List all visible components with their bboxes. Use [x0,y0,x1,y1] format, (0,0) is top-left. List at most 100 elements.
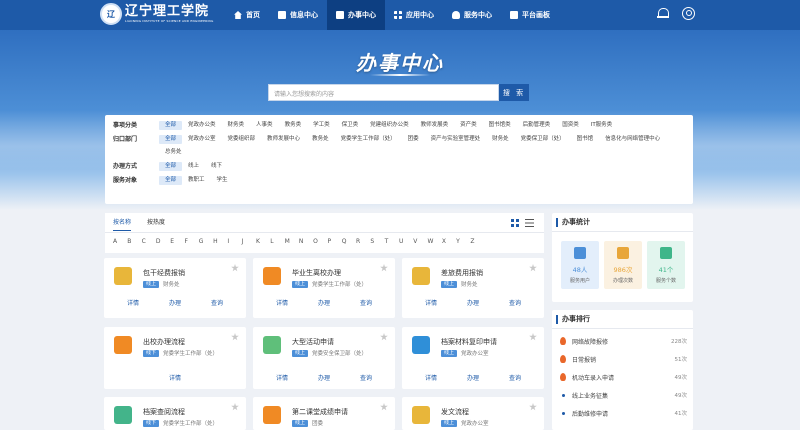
filter-option[interactable]: 教师发展类 [415,121,455,130]
filter-option[interactable]: 人事类 [250,121,279,130]
filter-option[interactable]: 资产与实验室管理处 [425,135,487,144]
filter-option[interactable]: 教务处 [306,135,335,144]
filter-option[interactable]: 全部 [159,121,183,130]
filter-option[interactable]: 总务处 [159,148,188,157]
service-card[interactable]: 出校办理流程 线下 党委学生工作部（处） 详情 [104,327,246,389]
search-input[interactable]: 请输入您想搜索的内容 [268,84,499,101]
star-icon[interactable] [529,264,537,272]
service-card[interactable]: 差旅费用报销 线上 财务处 详情 办理 查询 [402,258,544,318]
filter-option[interactable]: 教务类 [279,121,308,130]
filter-option[interactable]: 学生 [211,176,234,185]
filter-option[interactable]: 国资类 [556,121,585,130]
letter-filter[interactable]: E [170,238,184,245]
list-view-icon[interactable] [525,219,534,227]
star-icon[interactable] [529,333,537,341]
school-logo[interactable]: 辽 辽宁理工学院 LIAONING INSTITUTE OF SCIENCE A… [100,3,214,25]
letter-filter[interactable]: U [399,238,413,245]
star-icon[interactable] [380,264,388,272]
letter-filter[interactable]: I [227,238,241,245]
filter-option[interactable]: 信息化与网络管理中心 [599,135,666,144]
filter-option[interactable]: 团委 [402,135,425,144]
ranking-item[interactable]: 机动车录入申请 49次 [559,372,687,382]
details-link[interactable]: 详情 [425,298,437,307]
filter-option[interactable]: 图书馆类 [483,121,517,130]
details-link[interactable]: 详情 [127,298,139,307]
tab-by-name[interactable]: 按名称 [113,217,132,231]
apply-link[interactable]: 办理 [467,298,479,307]
filter-option[interactable]: 全部 [159,162,183,171]
tab-by-popularity[interactable]: 按热度 [147,217,165,231]
filter-option[interactable]: 党建组织办公类 [364,121,415,130]
query-link[interactable]: 查询 [360,373,372,382]
bell-icon[interactable] [657,7,669,20]
letter-filter[interactable]: O [313,238,327,245]
star-icon[interactable] [231,264,239,272]
nav-service-hall[interactable]: 办事中心 [327,0,385,30]
search-button[interactable]: 搜 索 [499,84,529,101]
filter-option[interactable]: 全部 [159,176,183,185]
letter-filter[interactable]: X [442,238,456,245]
letter-filter[interactable]: W [428,238,442,245]
filter-option[interactable]: 教职工 [182,176,211,185]
letter-filter[interactable]: M [285,238,299,245]
filter-option[interactable]: 党委学生工作部（处） [335,135,402,144]
service-card[interactable]: 大型活动申请 线上 党委安全保卫部（处） 详情 办理 查询 [253,327,395,389]
filter-option[interactable]: 图书馆 [571,135,600,144]
details-link[interactable]: 详情 [276,373,288,382]
query-link[interactable]: 查询 [360,298,372,307]
details-link[interactable]: 详情 [276,298,288,307]
letter-filter[interactable]: D [156,238,170,245]
details-link[interactable]: 详情 [425,373,437,382]
service-card[interactable]: 档案材料复印申请 线上 党政办公室 详情 办理 查询 [402,327,544,389]
letter-filter[interactable]: N [299,238,313,245]
service-card[interactable]: 包干经费报销 线上 财务处 详情 办理 查询 [104,258,246,318]
letter-filter[interactable]: B [127,238,141,245]
star-icon[interactable] [529,403,537,411]
filter-option[interactable]: 资产类 [454,121,483,130]
query-link[interactable]: 查询 [509,373,521,382]
filter-option[interactable]: 线下 [205,162,228,171]
filter-option[interactable]: 党政办公类 [182,121,222,130]
filter-option[interactable]: IT服务类 [585,121,618,130]
nav-home[interactable]: 首页 [225,0,269,30]
filter-option[interactable]: 学工类 [307,121,336,130]
letter-filter[interactable]: T [385,238,399,245]
query-link[interactable]: 查询 [509,298,521,307]
ranking-item[interactable]: 后勤维修申请 41次 [559,408,687,418]
ranking-item[interactable]: 日常报销 51次 [559,354,687,364]
letter-filter[interactable]: Q [342,238,356,245]
grid-view-icon[interactable] [511,219,519,227]
apply-link[interactable]: 办理 [318,373,330,382]
star-icon[interactable] [231,403,239,411]
letter-filter[interactable]: P [327,238,341,245]
filter-option[interactable]: 财务类 [222,121,251,130]
ranking-item[interactable]: 网络故障报修 228次 [559,336,687,346]
apply-link[interactable]: 办理 [169,298,181,307]
star-icon[interactable] [380,333,388,341]
ranking-item[interactable]: 线上业务征集 49次 [559,390,687,400]
service-card[interactable]: 毕业生离校办理 线上 党委学生工作部（处） 详情 办理 查询 [253,258,395,318]
nav-support-center[interactable]: 服务中心 [443,0,501,30]
details-link[interactable]: 详情 [169,373,181,382]
letter-filter[interactable]: J [242,238,256,245]
letter-filter[interactable]: L [270,238,284,245]
star-icon[interactable] [380,403,388,411]
service-card[interactable]: 第二课堂成绩申请 线上 团委 [253,397,395,430]
service-card[interactable]: 发文流程 线上 党政办公室 [402,397,544,430]
letter-filter[interactable]: F [184,238,198,245]
filter-option[interactable]: 党委组织部 [222,135,262,144]
letter-filter[interactable]: V [413,238,427,245]
letter-filter[interactable]: R [356,238,370,245]
filter-option[interactable]: 线上 [182,162,205,171]
nav-app-center[interactable]: 应用中心 [385,0,443,30]
letter-filter[interactable]: C [142,238,156,245]
letter-filter[interactable]: G [199,238,213,245]
filter-option[interactable]: 教师发展中心 [261,135,306,144]
letter-filter[interactable]: A [113,238,127,245]
nav-platform-board[interactable]: 平台画板 [501,0,559,30]
user-icon[interactable] [682,7,695,20]
query-link[interactable]: 查询 [211,298,223,307]
nav-info-center[interactable]: 信息中心 [269,0,327,30]
letter-filter[interactable]: Z [470,238,484,245]
star-icon[interactable] [231,333,239,341]
